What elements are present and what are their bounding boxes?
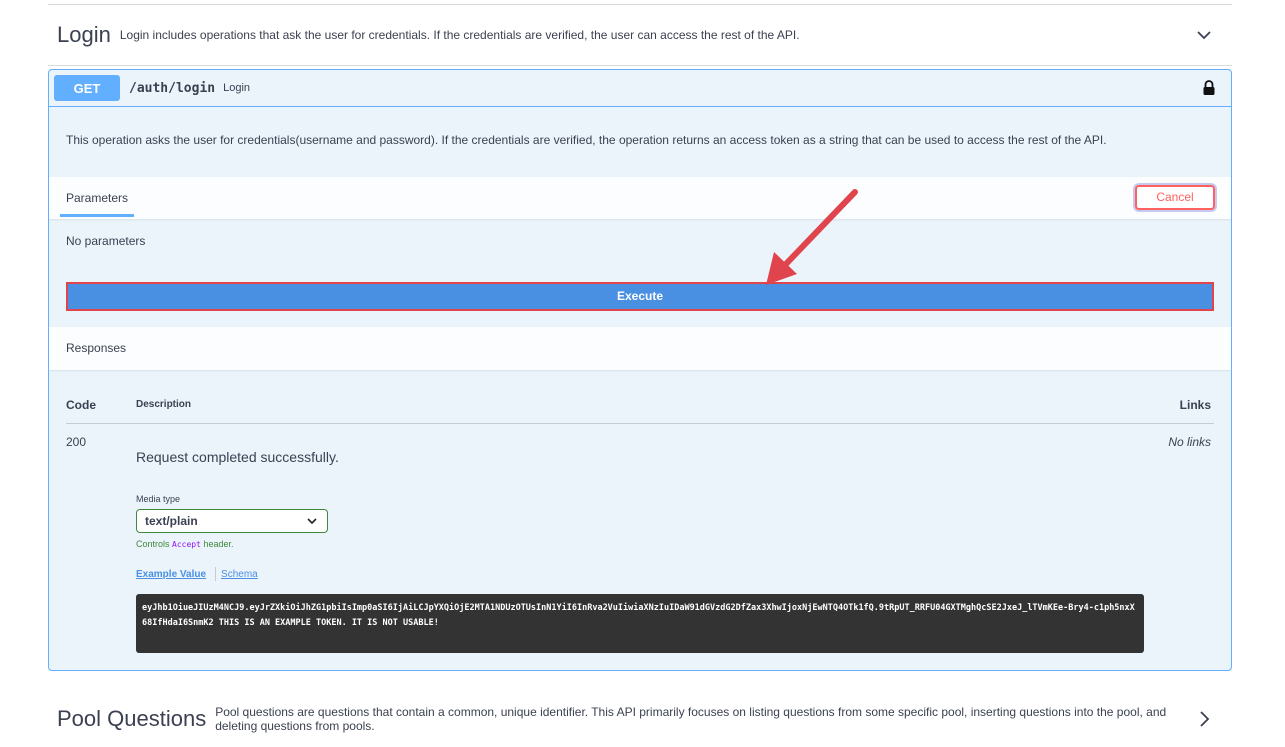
tab-parameters[interactable]: Parameters bbox=[60, 177, 135, 217]
column-header-links: Links bbox=[1179, 398, 1211, 412]
login-tag-description: Login includes operations that ask the u… bbox=[119, 28, 800, 42]
response-links: No links bbox=[1168, 435, 1211, 449]
login-tag-header[interactable]: Login Login includes operations that ask… bbox=[48, 4, 1232, 66]
pool-questions-tag-title: Pool Questions bbox=[57, 705, 207, 731]
operation-summary[interactable]: GET /auth/login Login bbox=[49, 70, 1231, 107]
media-type-select[interactable]: text/plain bbox=[136, 509, 328, 533]
pool-questions-tag-header[interactable]: Pool Questions Pool questions are questi… bbox=[48, 690, 1232, 747]
table-divider bbox=[66, 423, 1214, 424]
pool-questions-tag-description: Pool questions are questions that contai… bbox=[215, 704, 1167, 733]
operation-block: GET /auth/login Login This operation ask… bbox=[48, 69, 1232, 671]
media-type-value: text/plain bbox=[145, 514, 198, 528]
operation-path: /auth/login bbox=[129, 80, 216, 96]
tab-schema[interactable]: Schema bbox=[221, 569, 258, 580]
operation-description: This operation asks the user for credent… bbox=[66, 133, 1107, 147]
controls-code: Accept bbox=[172, 540, 201, 549]
response-description: Request completed successfully. bbox=[136, 449, 339, 465]
responses-header: Responses bbox=[49, 327, 1231, 370]
operation-summary-text: Login bbox=[223, 82, 251, 94]
tab-divider bbox=[215, 567, 217, 581]
no-parameters-text: No parameters bbox=[66, 234, 146, 248]
column-header-code: Code bbox=[66, 398, 96, 412]
example-schema-tabs: Example Value Schema bbox=[136, 567, 258, 581]
cancel-button[interactable]: Cancel bbox=[1135, 185, 1215, 210]
controls-accept-note: Controls Accept header. bbox=[136, 539, 233, 549]
lock-icon[interactable] bbox=[1202, 80, 1216, 96]
tab-example-value[interactable]: Example Value bbox=[136, 569, 210, 580]
chevron-down-icon bbox=[307, 518, 317, 525]
responses-heading: Responses bbox=[66, 341, 127, 355]
login-tag-title: Login bbox=[57, 22, 111, 47]
controls-prefix: Controls bbox=[136, 539, 170, 549]
execute-button[interactable]: Execute bbox=[66, 282, 1214, 311]
response-code: 200 bbox=[66, 435, 87, 449]
example-value-code: eyJhb1OiueJIUzM4NCJ9.eyJrZXkiOiJhZG1pbiI… bbox=[136, 594, 1144, 653]
controls-suffix: header. bbox=[203, 539, 234, 549]
http-method-badge: GET bbox=[54, 75, 120, 101]
column-header-description: Description bbox=[136, 399, 192, 410]
chevron-down-icon[interactable] bbox=[1194, 25, 1214, 45]
media-type-label: Media type bbox=[136, 494, 181, 504]
chevron-right-icon[interactable] bbox=[1194, 709, 1214, 729]
parameters-header: Parameters Cancel bbox=[49, 177, 1231, 219]
